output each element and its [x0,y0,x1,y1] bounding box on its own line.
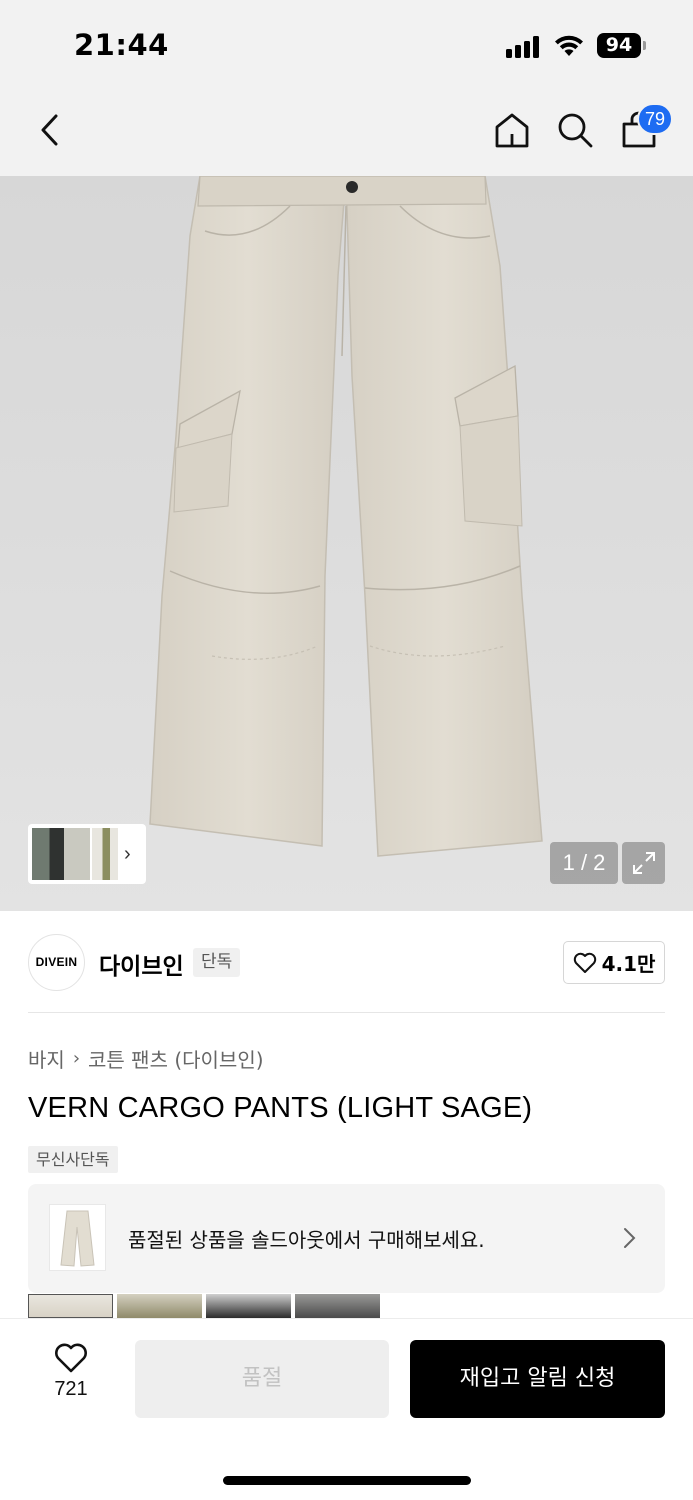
soldout-button[interactable]: 품절 [135,1340,389,1418]
breadcrumb: 바지 › 코튼 팬츠 (다이브인) [28,1044,264,1073]
home-icon [495,113,529,148]
status-time: 21:44 [74,28,169,62]
banner-product-thumbnail [49,1204,106,1271]
cart-count-badge: 79 [637,103,673,135]
search-icon [558,113,593,148]
breadcrumb-subcategory[interactable]: 코튼 팬츠 (다이브인) [88,1044,264,1073]
color-options [28,1294,380,1318]
color-swatch[interactable] [295,1294,380,1318]
home-indicator[interactable] [223,1476,471,1485]
breadcrumb-category[interactable]: 바지 [28,1044,65,1073]
divider [28,1012,665,1013]
brand-like-button[interactable]: 4.1만 [563,941,665,984]
battery-tip [643,41,646,50]
soldout-marketplace-banner[interactable]: 품절된 상품을 솔드아웃에서 구매해보세요. [28,1184,665,1293]
expand-icon [632,852,655,874]
search-button[interactable] [551,106,599,154]
back-button[interactable] [26,106,74,154]
soldout-banner-text: 품절된 상품을 솔드아웃에서 구매해보세요. [128,1228,485,1252]
restock-alert-button[interactable]: 재입고 알림 신청 [410,1340,665,1418]
thumbnail-image [32,828,118,880]
brand-name[interactable]: 다이브인 [99,947,184,981]
home-button[interactable] [488,106,536,154]
product-image [149,176,543,857]
product-title: VERN CARGO PANTS (LIGHT SAGE) [28,1092,533,1124]
color-swatch[interactable] [206,1294,291,1318]
musinsa-exclusive-tag: 무신사단독 [28,1146,118,1173]
color-swatch[interactable] [28,1294,113,1318]
wishlist-count: 721 [54,1378,88,1400]
heart-icon [573,952,596,973]
brand-like-count: 4.1만 [601,952,656,976]
status-bar: 21:44 94 [0,0,693,88]
battery-icon: 94 [597,33,641,58]
wifi-icon [555,35,583,56]
page-indicator: 1 / 2 [550,842,618,884]
brand-exclusive-tag: 단독 [193,948,241,977]
wishlist-button[interactable]: 721 [40,1342,102,1414]
chevron-right-icon [624,1228,636,1248]
thumbnail-strip[interactable]: › [28,824,146,884]
heart-icon [55,1343,87,1373]
expand-button[interactable] [622,842,665,884]
product-image-gallery[interactable]: › 1 / 2 [0,176,693,911]
brand-logo[interactable]: DIVEIN [28,934,85,991]
chevron-right-icon: › [124,842,131,865]
back-chevron-icon [41,114,58,146]
signal-icon [506,36,542,58]
top-nav-bar [0,88,693,176]
chevron-right-icon: › [72,1048,81,1069]
color-swatch[interactable] [117,1294,202,1318]
